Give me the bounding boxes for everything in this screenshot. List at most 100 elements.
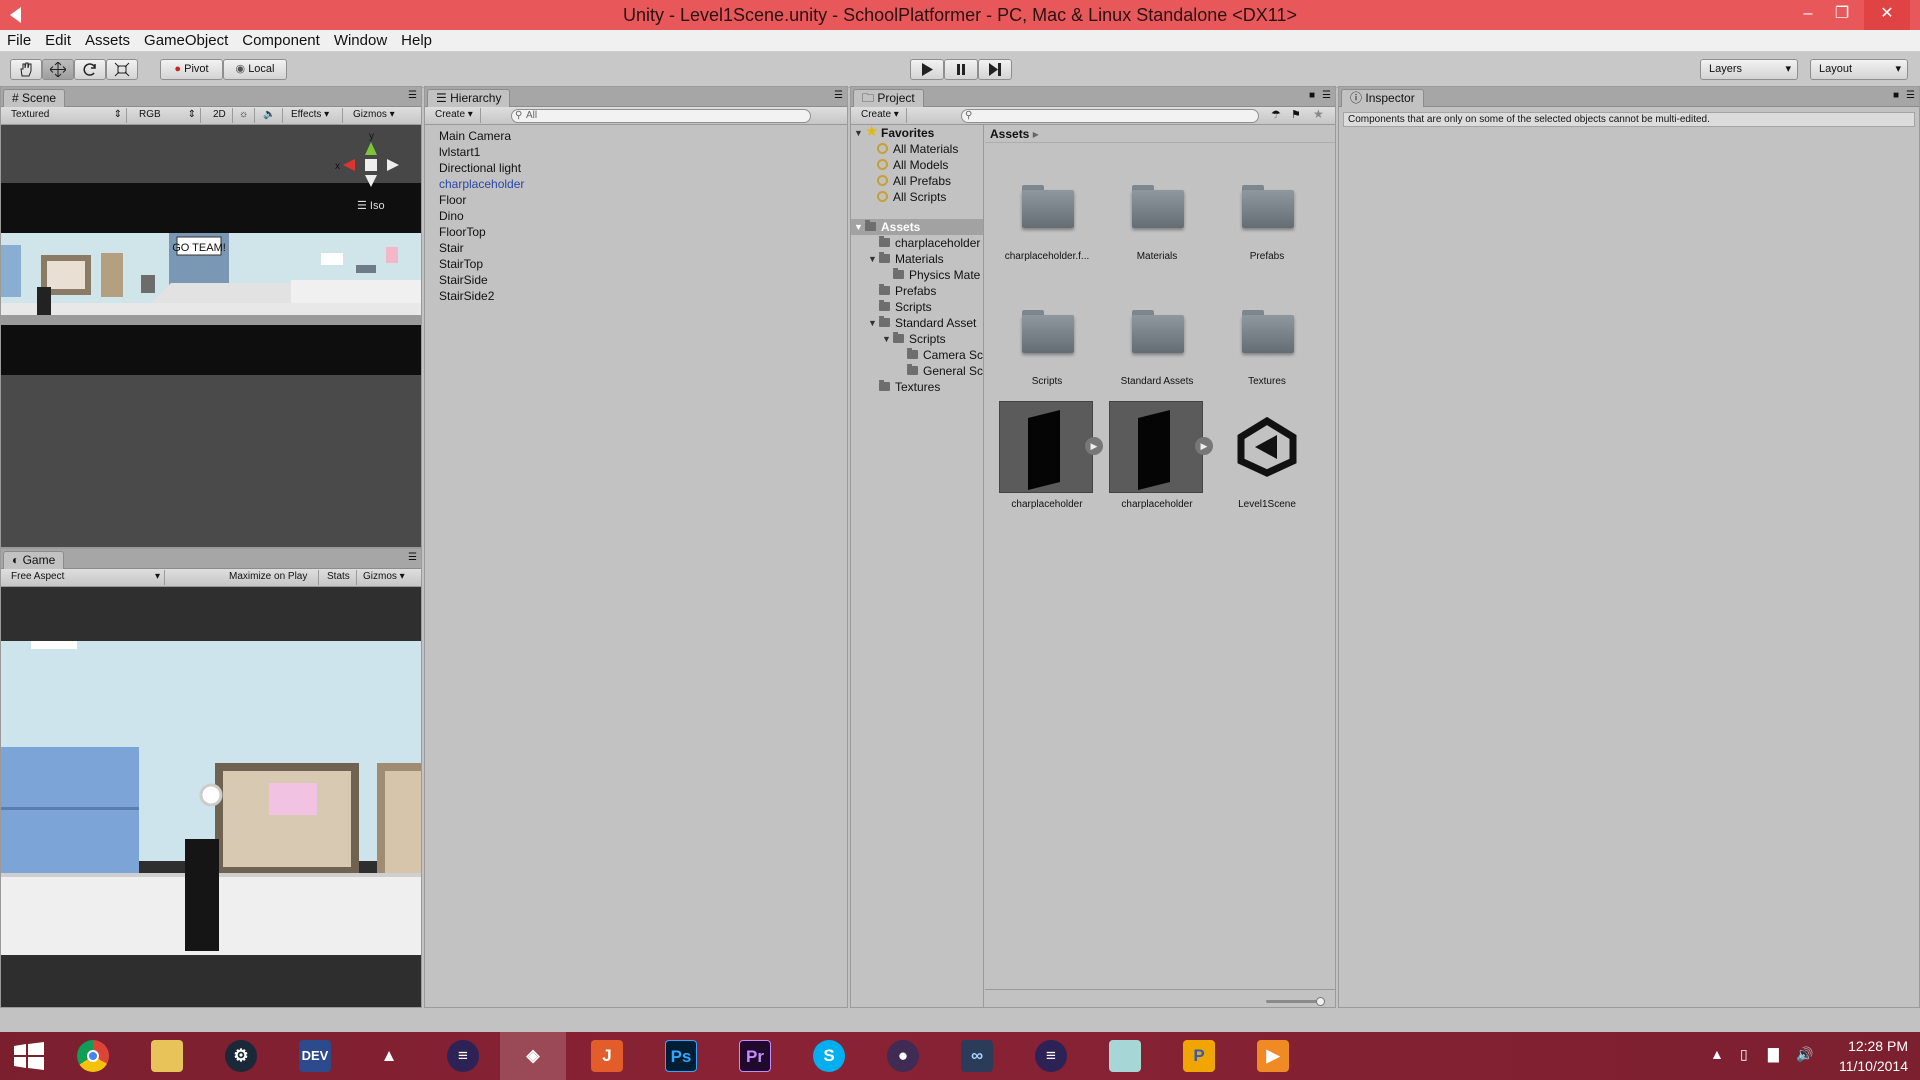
hierarchy-item[interactable]: Directional light: [439, 160, 524, 176]
menu-file[interactable]: File: [0, 30, 38, 49]
start-button[interactable]: [0, 1032, 66, 1080]
local-toggle[interactable]: ◉ Local: [223, 59, 287, 80]
panel-menu-icon[interactable]: ☰: [408, 90, 417, 101]
menu-assets[interactable]: Assets: [78, 30, 137, 49]
scene-orientation-gizmo[interactable]: y x ☰ Iso: [331, 127, 411, 215]
hierarchy-create-button[interactable]: Create ▾: [431, 108, 481, 123]
close-button[interactable]: ✕: [1864, 0, 1910, 30]
game-viewport[interactable]: [1, 587, 421, 1007]
game-gizmos-dropdown[interactable]: Gizmos ▾: [359, 570, 413, 585]
scene-viewport[interactable]: GO TEAM! y x ☰ Iso: [1, 125, 421, 547]
hierarchy-item-selected[interactable]: charplaceholder: [439, 176, 524, 192]
favorite-item[interactable]: All Scripts: [851, 189, 983, 205]
step-button[interactable]: [978, 59, 1012, 80]
panel-menu-icon[interactable]: ☰: [1906, 90, 1915, 101]
hierarchy-item[interactable]: Main Camera: [439, 128, 524, 144]
favorite-item[interactable]: All Prefabs: [851, 173, 983, 189]
taskbar-skype[interactable]: S: [796, 1032, 862, 1080]
tree-folder[interactable]: ▼ Scripts: [851, 331, 983, 347]
effects-dropdown[interactable]: Effects ▾: [287, 108, 343, 123]
menu-gameobject[interactable]: GameObject: [137, 30, 235, 49]
audio-toggle[interactable]: 🔈: [259, 108, 283, 123]
taskbar-unity[interactable]: ◈: [500, 1032, 566, 1080]
menu-component[interactable]: Component: [235, 30, 327, 49]
tray-volume-icon[interactable]: 🔊: [1796, 1046, 1813, 1063]
taskbar-paint[interactable]: P: [1166, 1032, 1232, 1080]
tree-folder[interactable]: Prefabs: [851, 283, 983, 299]
taskbar-photoshop[interactable]: Ps: [648, 1032, 714, 1080]
tab-game[interactable]: ◐ Game: [3, 551, 65, 569]
hand-tool-button[interactable]: [10, 59, 42, 80]
aspect-dropdown[interactable]: Free Aspect ▾: [7, 570, 165, 585]
favorite-item[interactable]: All Models: [851, 157, 983, 173]
tray-network-icon[interactable]: ▇: [1768, 1046, 1779, 1063]
system-clock[interactable]: 12:28 PM 11/10/2014: [1839, 1036, 1908, 1076]
tree-folder[interactable]: Physics Mate: [851, 267, 983, 283]
taskbar-inkscape[interactable]: ▲: [356, 1032, 422, 1080]
rotate-tool-button[interactable]: [74, 59, 106, 80]
pivot-toggle[interactable]: ● Pivot: [160, 59, 223, 80]
favorite-star-icon[interactable]: ★: [1313, 107, 1324, 121]
breadcrumb-assets[interactable]: Assets: [990, 127, 1029, 141]
tree-folder[interactable]: ▼ Materials: [851, 251, 983, 267]
filter-label-icon[interactable]: ⚑: [1291, 108, 1301, 121]
taskbar-media-player[interactable]: ▶: [1240, 1032, 1306, 1080]
layers-dropdown[interactable]: Layers ▾: [1700, 59, 1798, 80]
hierarchy-item[interactable]: Stair: [439, 240, 524, 256]
hierarchy-item[interactable]: Dino: [439, 208, 524, 224]
scene-gizmos-dropdown[interactable]: Gizmos ▾: [349, 108, 405, 123]
slider-knob[interactable]: [1316, 997, 1325, 1006]
move-tool-button[interactable]: [42, 59, 74, 80]
tab-project[interactable]: 🗀 Project: [853, 89, 924, 107]
tab-hierarchy[interactable]: ☰ Hierarchy: [427, 89, 511, 107]
stats-toggle[interactable]: Stats: [323, 570, 357, 585]
maximize-button[interactable]: ❐: [1822, 0, 1862, 30]
lighting-toggle[interactable]: ☼: [235, 108, 255, 123]
2d-toggle[interactable]: 2D: [209, 108, 233, 123]
taskbar-steam[interactable]: ⚙: [208, 1032, 274, 1080]
shading-dropdown[interactable]: Textured ⇕: [7, 108, 127, 123]
tree-folder[interactable]: ▼ Standard Asset: [851, 315, 983, 331]
taskbar-eclipse[interactable]: ≡: [430, 1032, 496, 1080]
project-search-input[interactable]: ⚲: [961, 109, 1259, 123]
asset-scene[interactable]: Level1Scene: [1217, 401, 1317, 510]
taskbar-dev-cpp[interactable]: DEV: [282, 1032, 348, 1080]
lock-icon[interactable]: ■: [1309, 90, 1315, 101]
taskbar-intellij[interactable]: J: [574, 1032, 640, 1080]
maximize-on-play-toggle[interactable]: Maximize on Play: [225, 570, 319, 585]
filter-type-icon[interactable]: ☂: [1271, 108, 1281, 121]
favorite-item[interactable]: All Materials: [851, 141, 983, 157]
taskbar-visual-studio[interactable]: ∞: [944, 1032, 1010, 1080]
panel-menu-icon[interactable]: ☰: [1322, 90, 1331, 101]
lock-icon[interactable]: ■: [1893, 90, 1899, 101]
tree-folder[interactable]: General Sc: [851, 363, 983, 379]
taskbar-chrome[interactable]: [60, 1032, 126, 1080]
tree-folder[interactable]: Textures: [851, 379, 983, 395]
tray-device-icon[interactable]: ▯: [1740, 1046, 1748, 1063]
taskbar-notes[interactable]: [1092, 1032, 1158, 1080]
panel-menu-icon[interactable]: ☰: [408, 552, 417, 563]
tray-chevron-up-icon[interactable]: ▲: [1710, 1046, 1724, 1062]
assets-header[interactable]: ▼ Assets: [851, 219, 983, 235]
taskbar-eclipse-2[interactable]: ≡: [1018, 1032, 1084, 1080]
layout-dropdown[interactable]: Layout ▾: [1810, 59, 1908, 80]
hierarchy-item[interactable]: StairSide: [439, 272, 524, 288]
favorites-header[interactable]: ▼ ★ Favorites: [851, 125, 983, 141]
hierarchy-item[interactable]: Floor: [439, 192, 524, 208]
menu-help[interactable]: Help: [394, 30, 439, 49]
tree-folder[interactable]: charplaceholder: [851, 235, 983, 251]
hierarchy-search-input[interactable]: ⚲ All: [511, 109, 811, 123]
pause-button[interactable]: [944, 59, 978, 80]
rgb-dropdown[interactable]: RGB ⇕: [135, 108, 201, 123]
hierarchy-item[interactable]: StairSide2: [439, 288, 524, 304]
taskbar-github[interactable]: ●: [870, 1032, 936, 1080]
iso-label[interactable]: ☰ Iso: [357, 199, 385, 212]
expand-arrow-icon[interactable]: ▶: [1195, 437, 1213, 455]
hierarchy-item[interactable]: StairTop: [439, 256, 524, 272]
thumbnail-size-slider[interactable]: [1266, 1000, 1321, 1003]
menu-edit[interactable]: Edit: [38, 30, 78, 49]
scale-tool-button[interactable]: [106, 59, 138, 80]
tree-folder[interactable]: Camera Sc: [851, 347, 983, 363]
hierarchy-item[interactable]: lvlstart1: [439, 144, 524, 160]
tab-inspector[interactable]: ⓘ Inspector: [1341, 89, 1424, 107]
